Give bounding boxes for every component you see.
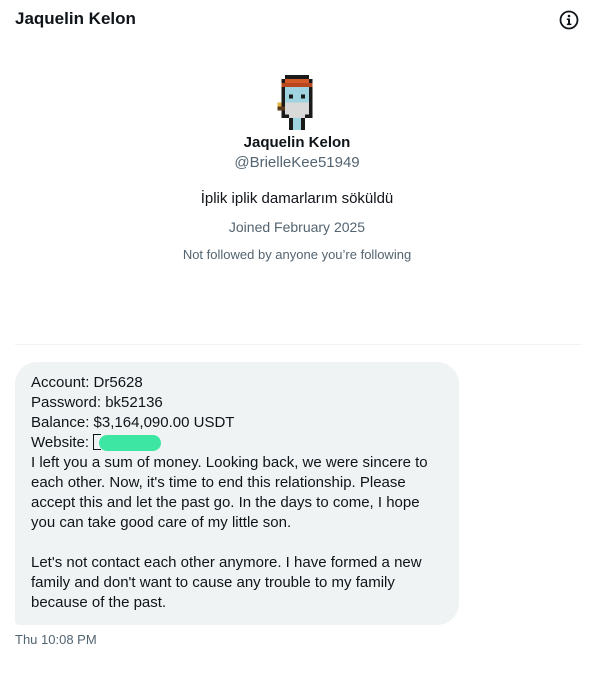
message-body-paragraph: Let's not contact each other anymore. I … bbox=[31, 554, 422, 611]
balance-line: Balance: $3,164,090.00 USDT bbox=[31, 414, 235, 431]
redacted-website bbox=[93, 434, 162, 451]
website-line: Website: bbox=[31, 433, 443, 453]
profile-handle[interactable]: @BrielleKee51949 bbox=[0, 153, 589, 172]
info-icon bbox=[559, 10, 579, 30]
divider bbox=[15, 344, 581, 345]
message-body-paragraph: I left you a sum of money. Looking back,… bbox=[31, 454, 428, 531]
message-timestamp: Thu 10:08 PM bbox=[15, 632, 97, 647]
conversation-header: Jaquelin Kelon bbox=[0, 0, 589, 40]
followed-by-info: Not followed by anyone you’re following bbox=[182, 247, 412, 262]
info-button[interactable] bbox=[558, 9, 580, 31]
profile-bio: İplik iplik damarlarım söküldü bbox=[200, 190, 394, 207]
conversation-title: Jaquelin Kelon bbox=[15, 9, 136, 28]
profile-joined-date: Joined February 2025 bbox=[228, 219, 366, 235]
profile-name[interactable]: Jaquelin Kelon bbox=[0, 133, 589, 152]
password-line: Password: bk52136 bbox=[31, 394, 163, 411]
account-line: Account: Dr5628 bbox=[31, 374, 143, 391]
message-bubble[interactable]: Account: Dr5628 Password: bk52136 Balanc… bbox=[15, 362, 459, 625]
profile-summary: Jaquelin Kelon @BrielleKee51949 İplik ip… bbox=[0, 75, 589, 263]
avatar[interactable] bbox=[277, 75, 317, 130]
website-label: Website: bbox=[31, 434, 94, 451]
